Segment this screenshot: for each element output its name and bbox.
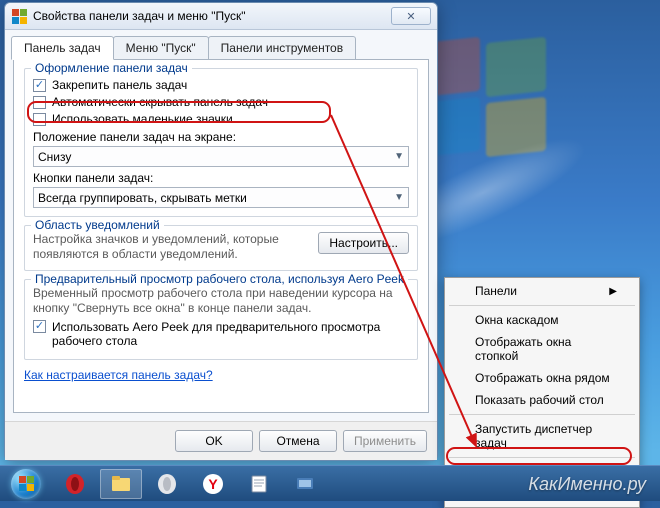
taskbar-notepad[interactable] (238, 469, 280, 499)
tabpanel-taskbar: Оформление панели задач Закрепить панель… (13, 59, 429, 413)
watermark: КакИменно.ру (528, 474, 646, 495)
chevron-down-icon: ▼ (394, 192, 404, 203)
close-icon: ✕ (406, 10, 415, 23)
menu-item-label: Отображать окна стопкой (475, 335, 617, 363)
apply-button[interactable]: Применить (343, 430, 427, 452)
checkbox-small-icons[interactable] (33, 113, 46, 126)
select-value: Всегда группировать, скрывать метки (38, 191, 247, 205)
checkbox-label: Использовать Aero Peek для предварительн… (52, 320, 382, 348)
menu-separator (449, 457, 635, 458)
taskbar-opera[interactable] (54, 469, 96, 499)
ok-button[interactable]: OK (175, 430, 253, 452)
chevron-down-icon: ▼ (394, 151, 404, 162)
tab-label: Меню "Пуск" (126, 41, 196, 55)
select-position[interactable]: Снизу ▼ (33, 146, 409, 167)
group-legend: Область уведомлений (31, 218, 164, 232)
menu-item-show-desktop[interactable]: Показать рабочий стол (447, 389, 637, 411)
row-lock-taskbar: Закрепить панель задач (33, 78, 409, 92)
menu-item-task-manager[interactable]: Запустить диспетчер задач (447, 418, 637, 454)
notepad-icon (248, 473, 270, 495)
menu-separator (449, 414, 635, 415)
tab-taskbar[interactable]: Панель задач (11, 36, 114, 60)
menu-item-sidebyside[interactable]: Отображать окна рядом (447, 367, 637, 389)
checkbox-label: Использовать маленькие значки (52, 112, 233, 126)
dialog-actions: OK Отмена Применить (5, 421, 437, 460)
taskbar-explorer[interactable] (100, 469, 142, 499)
menu-item-label: Запустить диспетчер задач (475, 422, 617, 450)
customize-button[interactable]: Настроить... (318, 232, 409, 254)
help-link[interactable]: Как настраивается панель задач? (24, 368, 213, 382)
cancel-button[interactable]: Отмена (259, 430, 337, 452)
checkbox-autohide[interactable] (33, 96, 46, 109)
link-text: Как настраивается панель задач? (24, 368, 213, 382)
close-button[interactable]: ✕ (391, 7, 431, 25)
group-legend: Предварительный просмотр рабочего стола,… (31, 272, 408, 286)
row-autohide: Автоматически скрывать панель задач (33, 95, 409, 109)
start-button[interactable] (4, 469, 48, 499)
menu-item-label: Отображать окна рядом (475, 371, 610, 385)
notify-desc: Настройка значков и уведомлений, которые… (33, 232, 310, 262)
label-position: Положение панели задач на экране: (33, 130, 409, 144)
yandex-icon: Y (202, 473, 224, 495)
group-notification-area: Область уведомлений Настройка значков и … (24, 225, 418, 271)
start-orb-icon (11, 469, 41, 499)
label-buttons: Кнопки панели задач: (33, 171, 409, 185)
taskbar-adapter[interactable] (284, 469, 326, 499)
peek-desc: Временный просмотр рабочего стола при на… (33, 286, 409, 316)
menu-separator (449, 305, 635, 306)
svg-text:Y: Y (208, 476, 218, 492)
taskbar-yandex[interactable]: Y (192, 469, 234, 499)
tab-label: Панели инструментов (221, 41, 343, 55)
select-value: Снизу (38, 150, 71, 164)
checkbox-lock-taskbar[interactable] (33, 79, 46, 92)
menu-item-cascade[interactable]: Окна каскадом (447, 309, 637, 331)
tab-label: Панель задач (24, 41, 101, 55)
group-taskbar-appearance: Оформление панели задач Закрепить панель… (24, 68, 418, 217)
group-aero-peek: Предварительный просмотр рабочего стола,… (24, 279, 418, 360)
select-buttons[interactable]: Всегда группировать, скрывать метки ▼ (33, 187, 409, 208)
menu-item-stack[interactable]: Отображать окна стопкой (447, 331, 637, 367)
taskbar-pinned-apps: Y (54, 469, 326, 499)
system-icon (11, 8, 27, 24)
group-legend: Оформление панели задач (31, 61, 192, 75)
taskbar-opera-next[interactable] (146, 469, 188, 499)
button-label: Отмена (276, 434, 319, 448)
tab-toolbars[interactable]: Панели инструментов (208, 36, 356, 59)
menu-item-label: Панели (475, 284, 517, 298)
menu-item-label: Показать рабочий стол (475, 393, 604, 407)
explorer-icon (110, 473, 132, 495)
window-title: Свойства панели задач и меню "Пуск" (33, 9, 391, 23)
row-small-icons: Использовать маленькие значки (33, 112, 409, 126)
menu-item-panels[interactable]: Панели ▶ (447, 280, 637, 302)
button-label: Настроить... (329, 236, 398, 250)
menu-item-label: Окна каскадом (475, 313, 559, 327)
submenu-arrow-icon: ▶ (609, 286, 617, 297)
tabstrip: Панель задач Меню "Пуск" Панели инструме… (5, 30, 437, 59)
checkbox-aero-peek[interactable] (33, 320, 46, 333)
taskbar-properties-dialog: Свойства панели задач и меню "Пуск" ✕ Па… (4, 2, 438, 461)
button-label: OK (205, 434, 222, 448)
button-label: Применить (354, 434, 416, 448)
checkbox-label: Закрепить панель задач (52, 78, 187, 92)
opera-icon (64, 473, 86, 495)
opera-next-icon (156, 473, 178, 495)
tab-start-menu[interactable]: Меню "Пуск" (113, 36, 209, 59)
adapter-icon (294, 473, 316, 495)
checkbox-label: Автоматически скрывать панель задач (52, 95, 268, 109)
titlebar[interactable]: Свойства панели задач и меню "Пуск" ✕ (5, 3, 437, 30)
